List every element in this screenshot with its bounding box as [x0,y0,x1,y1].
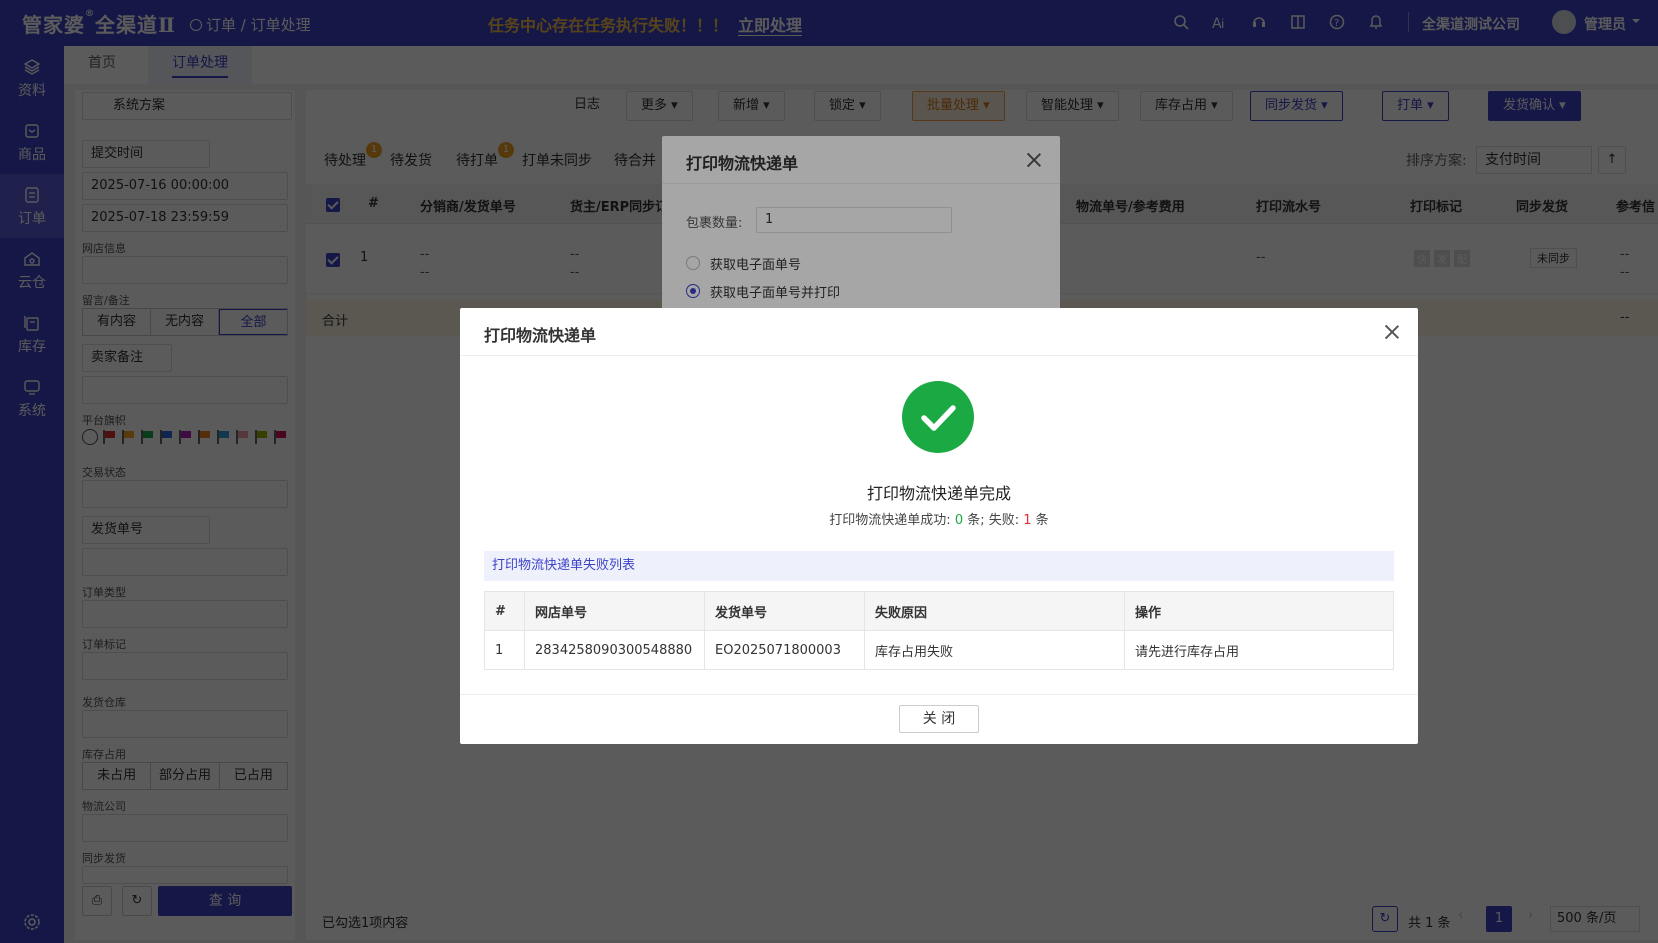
dialog-footer: 关 闭 [460,694,1418,744]
print-result-dialog: 打印物流快递单 打印物流快递单完成 打印物流快递单成功: 0 条; 失败: 1 … [460,308,1418,744]
fail-cell-action: 请先进行库存占用 [1124,630,1394,670]
success-check-icon [902,381,974,453]
fail-col-shop-order: 网店单号 [524,591,705,631]
fail-cell-index: 1 [484,630,525,670]
fail-cell-shop-order: 2834258090300548880 [524,630,705,670]
fail-count: 1 [1023,513,1032,528]
table-row: 1 2834258090300548880 EO2025071800003 库存… [484,630,1394,670]
fail-list-header: 打印物流快递单失败列表 [484,551,1394,581]
close-button[interactable]: 关 闭 [899,705,979,733]
fail-col-action: 操作 [1124,591,1394,631]
print-result-title: 打印物流快递单 [460,308,1418,356]
result-summary: 打印物流快递单成功: 0 条; 失败: 1 条 [829,513,1049,528]
success-count: 0 [954,513,964,528]
fail-col-reason: 失败原因 [864,591,1125,631]
fail-cell-reason: 库存占用失败 [864,630,1125,670]
close-icon[interactable] [1384,324,1400,340]
fail-table: # 网店单号 发货单号 失败原因 操作 1 283425809030054888… [484,591,1394,670]
fail-col-ship-no: 发货单号 [704,591,865,631]
fail-col-index: # [484,591,525,631]
fail-table-header: # 网店单号 发货单号 失败原因 操作 [484,591,1394,631]
result-heading: 打印物流快递单完成 [866,484,1011,503]
fail-cell-ship-no: EO2025071800003 [704,630,865,670]
